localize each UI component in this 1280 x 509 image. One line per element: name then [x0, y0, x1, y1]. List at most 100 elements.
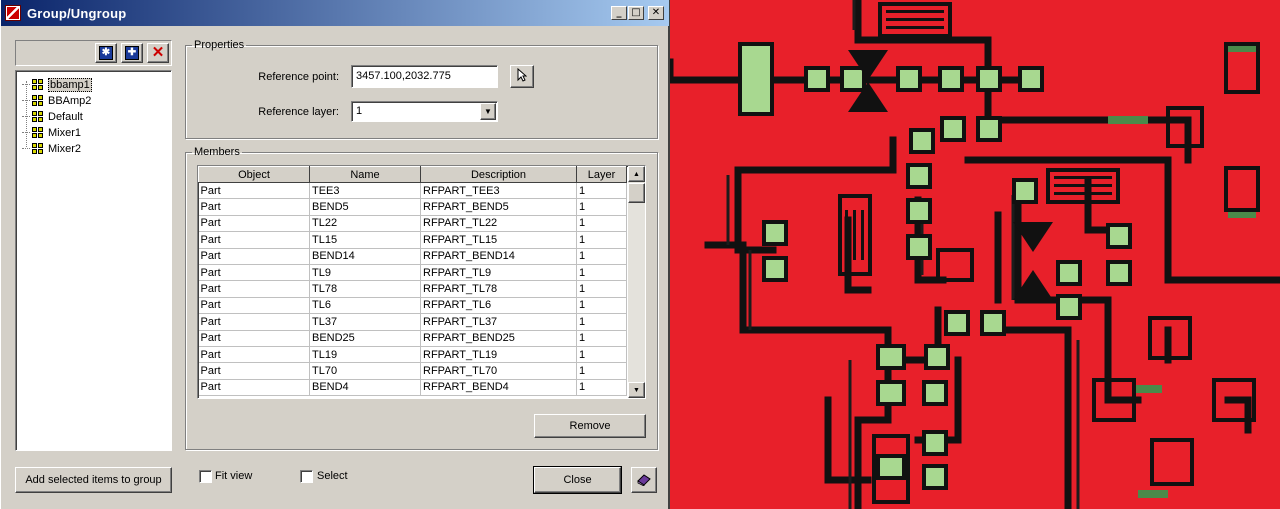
tree-item-bbamp1[interactable]: bbamp1: [22, 77, 92, 92]
cell-name[interactable]: BEND25: [309, 330, 421, 347]
cell-name[interactable]: TL78: [309, 280, 421, 298]
tree-item-mixer1[interactable]: Mixer1: [22, 125, 81, 140]
table-row[interactable]: Part TL19 RFPART_TL19 1: [198, 346, 627, 364]
cell-name[interactable]: BEND5: [309, 198, 421, 216]
table-row[interactable]: Part TEE3 RFPART_TEE3 1: [198, 182, 627, 200]
help-book-icon: [636, 472, 652, 489]
cell-object[interactable]: Part: [198, 362, 310, 380]
cell-name[interactable]: TL22: [309, 215, 421, 233]
cell-name[interactable]: TL9: [309, 264, 421, 282]
select-checkbox[interactable]: [300, 470, 313, 483]
cell-description[interactable]: RFPART_TEE3: [420, 182, 577, 200]
cell-name[interactable]: TL6: [309, 297, 421, 315]
cell-description[interactable]: RFPART_TL22: [420, 215, 577, 233]
cell-object[interactable]: Part: [198, 182, 310, 200]
cell-description[interactable]: RFPART_TL78: [420, 280, 577, 298]
table-row[interactable]: Part TL6 RFPART_TL6 1: [198, 297, 627, 315]
cell-layer[interactable]: 1: [576, 362, 627, 380]
cell-layer[interactable]: 1: [576, 297, 627, 315]
cell-description[interactable]: RFPART_TL15: [420, 231, 577, 249]
tree-item-bbamp2[interactable]: BBAmp2: [22, 93, 91, 108]
cell-description[interactable]: RFPART_TL6: [420, 297, 577, 315]
add-selected-items-button[interactable]: Add selected items to group: [15, 467, 172, 493]
cell-layer[interactable]: 1: [576, 182, 627, 200]
cell-object[interactable]: Part: [198, 379, 310, 397]
column-header-name[interactable]: Name: [309, 166, 421, 183]
table-row[interactable]: Part BEND14 RFPART_BEND14 1: [198, 248, 627, 265]
cell-object[interactable]: Part: [198, 297, 310, 315]
tree-item-mixer2[interactable]: Mixer2: [22, 141, 81, 156]
members-table[interactable]: Object Name Description Layer Part TEE3 RF…: [197, 165, 646, 399]
cell-name[interactable]: BEND4: [309, 379, 421, 397]
cell-name[interactable]: TL37: [309, 313, 421, 331]
cell-layer[interactable]: 1: [576, 330, 627, 347]
close-button[interactable]: Close: [533, 466, 622, 494]
table-row[interactable]: Part TL9 RFPART_TL9 1: [198, 264, 627, 282]
cell-layer[interactable]: 1: [576, 215, 627, 233]
column-header-object[interactable]: Object: [198, 166, 310, 183]
minimize-button[interactable]: _: [611, 6, 627, 20]
cell-description[interactable]: RFPART_TL37: [420, 313, 577, 331]
column-header-description[interactable]: Description: [420, 166, 577, 183]
cell-layer[interactable]: 1: [576, 313, 627, 331]
members-scrollbar[interactable]: ▲ ▼: [628, 166, 645, 398]
reference-layer-select[interactable]: 1 ▼: [351, 101, 498, 122]
delete-group-button[interactable]: ✕: [147, 43, 169, 63]
cell-object[interactable]: Part: [198, 231, 310, 249]
cell-layer[interactable]: 1: [576, 280, 627, 298]
group-tree[interactable]: bbamp1 BBAmp2 Default Mixer1 Mixer2: [15, 70, 172, 451]
cell-layer[interactable]: 1: [576, 379, 627, 397]
cell-description[interactable]: RFPART_TL19: [420, 346, 577, 364]
scroll-thumb[interactable]: [628, 183, 645, 203]
scroll-down-button[interactable]: ▼: [628, 382, 645, 398]
cell-name[interactable]: BEND14: [309, 248, 421, 265]
cell-layer[interactable]: 1: [576, 198, 627, 216]
cell-description[interactable]: RFPART_BEND5: [420, 198, 577, 216]
fit-view-checkbox[interactable]: [199, 470, 212, 483]
table-row[interactable]: Part TL37 RFPART_TL37 1: [198, 313, 627, 331]
title-bar[interactable]: Group/Ungroup _ □ ✕: [1, 0, 669, 26]
cell-layer[interactable]: 1: [576, 346, 627, 364]
table-row[interactable]: Part TL22 RFPART_TL22 1: [198, 215, 627, 233]
cell-layer[interactable]: 1: [576, 231, 627, 249]
cell-object[interactable]: Part: [198, 264, 310, 282]
cell-description[interactable]: RFPART_BEND4: [420, 379, 577, 397]
cell-object[interactable]: Part: [198, 215, 310, 233]
cell-name[interactable]: TEE3: [309, 182, 421, 200]
close-window-button[interactable]: ✕: [648, 6, 664, 20]
table-row[interactable]: Part TL15 RFPART_TL15 1: [198, 231, 627, 249]
table-row[interactable]: Part TL70 RFPART_TL70 1: [198, 362, 627, 380]
cell-name[interactable]: TL70: [309, 362, 421, 380]
remove-button[interactable]: Remove: [534, 414, 646, 438]
table-row[interactable]: Part BEND5 RFPART_BEND5 1: [198, 198, 627, 216]
tree-item-default[interactable]: Default: [22, 109, 83, 124]
pcb-layout-canvas[interactable]: [668, 0, 1280, 509]
add-group-button[interactable]: ✚: [121, 43, 143, 63]
cell-object[interactable]: Part: [198, 313, 310, 331]
maximize-button[interactable]: □: [628, 6, 644, 20]
cell-layer[interactable]: 1: [576, 248, 627, 265]
cell-object[interactable]: Part: [198, 198, 310, 216]
column-header-layer[interactable]: Layer: [576, 166, 627, 183]
cell-object[interactable]: Part: [198, 248, 310, 265]
table-row[interactable]: Part BEND4 RFPART_BEND4 1: [198, 379, 627, 397]
scroll-up-button[interactable]: ▲: [628, 166, 645, 182]
cell-description[interactable]: RFPART_BEND14: [420, 248, 577, 265]
chevron-down-icon[interactable]: ▼: [480, 103, 496, 120]
cell-description[interactable]: RFPART_TL9: [420, 264, 577, 282]
new-group-button[interactable]: ✱: [95, 43, 117, 63]
delete-icon: ✕: [151, 44, 165, 61]
cell-name[interactable]: TL15: [309, 231, 421, 249]
cell-layer[interactable]: 1: [576, 264, 627, 282]
cell-object[interactable]: Part: [198, 330, 310, 347]
cell-description[interactable]: RFPART_TL70: [420, 362, 577, 380]
cell-name[interactable]: TL19: [309, 346, 421, 364]
table-row[interactable]: Part TL78 RFPART_TL78 1: [198, 280, 627, 298]
reference-point-input[interactable]: 3457.100,2032.775: [351, 65, 498, 88]
table-row[interactable]: Part BEND25 RFPART_BEND25 1: [198, 330, 627, 347]
help-button[interactable]: [631, 467, 657, 493]
cell-object[interactable]: Part: [198, 346, 310, 364]
pick-point-button[interactable]: [510, 65, 534, 88]
cell-object[interactable]: Part: [198, 280, 310, 298]
cell-description[interactable]: RFPART_BEND25: [420, 330, 577, 347]
